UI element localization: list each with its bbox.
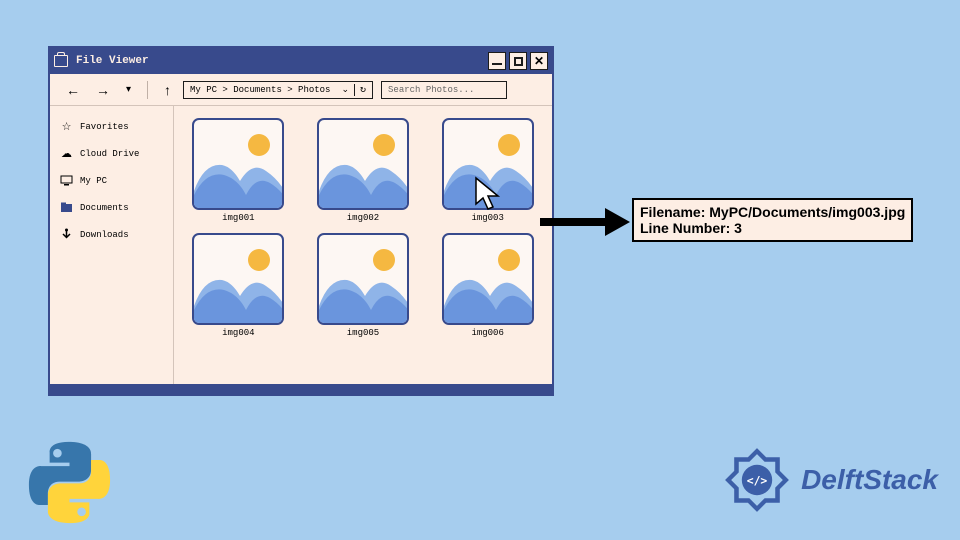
chevron-down-icon[interactable]: ⌄ — [341, 84, 349, 95]
sidebar-item-downloads[interactable]: Downloads — [60, 228, 163, 241]
sidebar-item-label: Favorites — [80, 122, 129, 132]
thumbnail — [317, 118, 409, 210]
mountain-icon — [194, 153, 284, 208]
close-button[interactable]: ✕ — [530, 52, 548, 70]
thumbnail — [192, 233, 284, 325]
title-bar: File Viewer ✕ — [50, 48, 552, 74]
star-icon: ☆ — [60, 120, 73, 133]
forward-dropdown-icon[interactable]: ▾ — [122, 82, 135, 97]
toolbar: ← → ▾ ↑ My PC > Documents > Photos ⌄ ↻ S… — [50, 74, 552, 106]
mountain-icon — [194, 268, 284, 323]
mountain-icon — [444, 153, 534, 208]
sidebar-item-label: My PC — [80, 176, 107, 186]
file-label: img001 — [222, 213, 254, 223]
maximize-button[interactable] — [509, 52, 527, 70]
file-label: img004 — [222, 328, 254, 338]
file-item[interactable]: img001 — [188, 118, 289, 223]
mountain-icon — [319, 153, 409, 208]
search-input[interactable]: Search Photos... — [381, 81, 507, 99]
tooltip-filename-value: MyPC/Documents/img003.jpg — [709, 204, 905, 220]
file-viewer-window: File Viewer ✕ ← → ▾ ↑ My PC > Documents … — [48, 46, 554, 396]
sidebar-item-cloud[interactable]: ☁ Cloud Drive — [60, 147, 163, 160]
cloud-icon: ☁ — [60, 147, 73, 160]
sidebar-item-label: Cloud Drive — [80, 149, 139, 159]
thumbnail — [442, 118, 534, 210]
file-label: img002 — [347, 213, 379, 223]
window-controls: ✕ — [488, 52, 548, 70]
forward-button[interactable]: → — [92, 80, 114, 100]
file-item[interactable]: img004 — [188, 233, 289, 338]
minimize-button[interactable] — [488, 52, 506, 70]
delftstack-text: DelftStack — [801, 464, 938, 496]
tooltip-filename-label: Filename: — [640, 204, 705, 220]
tooltip-line1: Filename: MyPC/Documents/img003.jpg — [640, 204, 905, 220]
file-label: img006 — [471, 328, 503, 338]
sidebar-item-mypc[interactable]: My PC — [60, 174, 163, 187]
tooltip-linenumber-label: Line Number: — [640, 220, 730, 236]
tooltip-linenumber-value: 3 — [734, 220, 742, 236]
thumbnail — [192, 118, 284, 210]
body: ☆ Favorites ☁ Cloud Drive My PC Document… — [50, 106, 552, 384]
delftstack-emblem-icon: </> — [719, 442, 795, 518]
thumbnail — [317, 233, 409, 325]
callout-arrow-icon — [540, 208, 630, 236]
mountain-icon — [319, 268, 409, 323]
sidebar: ☆ Favorites ☁ Cloud Drive My PC Document… — [50, 106, 174, 384]
refresh-icon[interactable]: ↻ — [354, 84, 366, 96]
file-label: img003 — [471, 213, 503, 223]
mountain-icon — [444, 268, 534, 323]
sidebar-item-label: Downloads — [80, 230, 129, 240]
file-item[interactable]: img006 — [437, 233, 538, 338]
folder-icon — [54, 55, 68, 67]
document-icon — [60, 201, 73, 214]
download-icon — [60, 228, 73, 241]
pc-icon — [60, 174, 73, 187]
python-logo-icon — [22, 435, 117, 530]
search-placeholder: Search Photos... — [388, 85, 474, 95]
thumbnail — [442, 233, 534, 325]
separator — [147, 81, 148, 99]
tooltip: Filename: MyPC/Documents/img003.jpg Line… — [632, 198, 913, 242]
window-title: File Viewer — [76, 55, 480, 67]
sidebar-item-documents[interactable]: Documents — [60, 201, 163, 214]
back-button[interactable]: ← — [62, 80, 84, 100]
tooltip-line2: Line Number: 3 — [640, 220, 905, 236]
breadcrumb-path: My PC > Documents > Photos — [190, 85, 330, 95]
svg-text:</>: </> — [747, 474, 768, 488]
file-grid: img001 img002 img003 — [174, 106, 552, 384]
file-label: img005 — [347, 328, 379, 338]
sidebar-item-label: Documents — [80, 203, 129, 213]
file-item[interactable]: img002 — [313, 118, 414, 223]
breadcrumb[interactable]: My PC > Documents > Photos ⌄ ↻ — [183, 81, 373, 99]
up-button[interactable]: ↑ — [160, 80, 175, 100]
file-item[interactable]: img005 — [313, 233, 414, 338]
delftstack-logo: </> DelftStack — [719, 442, 938, 518]
status-bar — [50, 384, 552, 394]
sidebar-item-favorites[interactable]: ☆ Favorites — [60, 120, 163, 133]
file-item[interactable]: img003 — [437, 118, 538, 223]
